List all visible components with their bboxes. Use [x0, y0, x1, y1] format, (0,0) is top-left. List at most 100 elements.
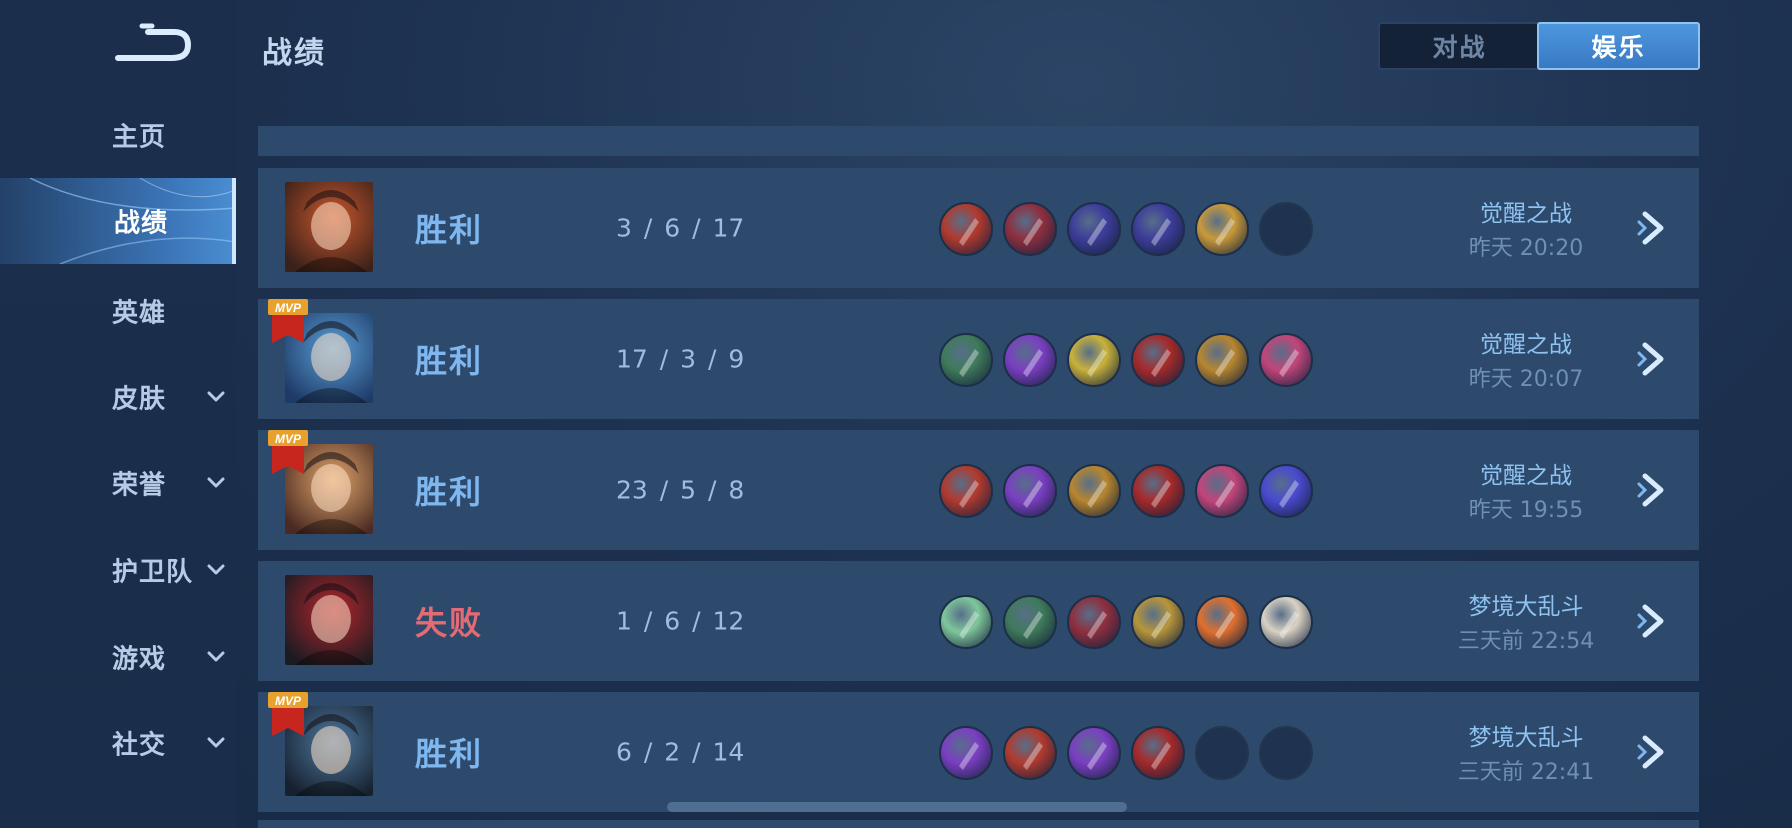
sidebar-item-7[interactable]: 游戏: [0, 614, 236, 700]
equipment-item-icon[interactable]: [1067, 333, 1121, 387]
chevron-right-icon[interactable]: [1633, 732, 1673, 772]
equipment-item-icon[interactable]: [1067, 464, 1121, 518]
equipment-item-icon[interactable]: [939, 595, 993, 649]
game-mode: 觉醒之战: [1480, 332, 1572, 358]
sidebar-item-5[interactable]: 荣誉: [0, 440, 236, 526]
equipment-item-icon[interactable]: [939, 202, 993, 256]
mvp-badge-icon: MVP: [268, 299, 308, 343]
game-mode: 觉醒之战: [1480, 463, 1572, 489]
match-row-partial: [258, 820, 1699, 828]
item-glyph-icon: [1023, 218, 1043, 246]
sidebar-item-label: 社交: [112, 730, 167, 761]
chevron-right-icon[interactable]: [1633, 470, 1673, 510]
item-glyph-icon: [1279, 611, 1299, 639]
equipment-item-icon[interactable]: [939, 464, 993, 518]
back-arrow-icon: [115, 23, 192, 61]
equipment-item-icon[interactable]: [1195, 333, 1249, 387]
match-row-partial: [258, 126, 1699, 156]
kda-stats: 23 / 5 / 8: [616, 475, 745, 505]
item-glyph-icon: [959, 611, 979, 639]
equipment-item-icon[interactable]: [1067, 595, 1121, 649]
equipment-item-icon[interactable]: [1003, 726, 1057, 780]
equipment-item-icon[interactable]: [1131, 464, 1185, 518]
equipment-item-icon[interactable]: [939, 726, 993, 780]
equipment-item-icon[interactable]: [939, 333, 993, 387]
sidebar-item-label: 护卫队: [112, 557, 194, 588]
chevron-down-icon: [207, 477, 225, 488]
sidebar-item-label: 皮肤: [112, 384, 167, 415]
equipment-item-icon[interactable]: [1259, 333, 1313, 387]
item-glyph-icon: [1151, 611, 1171, 639]
equipment-item-icon[interactable]: [1131, 333, 1185, 387]
equipment-item-icon[interactable]: [1131, 595, 1185, 649]
mvp-badge-icon: MVP: [268, 692, 308, 736]
sidebar-item-8[interactable]: 社交: [0, 700, 236, 786]
equipment-item-icon[interactable]: [1003, 464, 1057, 518]
match-time: 昨天 20:07: [1468, 367, 1584, 392]
equipment-list: [939, 595, 1323, 649]
equipment-item-icon[interactable]: [1195, 595, 1249, 649]
match-row[interactable]: 胜利 3 / 6 / 17 觉醒之战 昨天 20:20: [258, 168, 1699, 288]
equipment-item-icon[interactable]: [1195, 464, 1249, 518]
hero-portrait-icon: [295, 190, 367, 272]
sidebar-item-label: 战绩: [114, 208, 169, 239]
item-glyph-icon: [1087, 742, 1107, 770]
item-glyph-icon: [1215, 480, 1235, 508]
equipment-item-icon[interactable]: [1067, 726, 1121, 780]
sidebar-item-label: 游戏: [112, 644, 167, 675]
item-glyph-icon: [1279, 480, 1299, 508]
equipment-item-icon[interactable]: [1259, 464, 1313, 518]
equipment-item-icon[interactable]: [1067, 202, 1121, 256]
equipment-item-icon[interactable]: [1195, 202, 1249, 256]
chevron-right-icon[interactable]: [1633, 339, 1673, 379]
equipment-item-icon[interactable]: [1131, 202, 1185, 256]
equipment-item-icon[interactable]: [1003, 202, 1057, 256]
svg-text:MVP: MVP: [275, 301, 302, 315]
kda-stats: 1 / 6 / 12: [616, 606, 745, 636]
match-result: 胜利: [415, 342, 484, 380]
sidebar-item-label: 主页: [112, 122, 167, 153]
match-time: 昨天 20:20: [1468, 236, 1584, 261]
horizontal-scrollbar[interactable]: [667, 802, 1127, 812]
game-mode: 梦境大乱斗: [1468, 594, 1584, 620]
hero-avatar[interactable]: [285, 575, 373, 665]
match-time: 昨天 19:55: [1468, 498, 1584, 523]
sidebar-item-6[interactable]: 护卫队: [0, 527, 236, 613]
match-row[interactable]: MVP 胜利 23 / 5 / 8 觉醒之战 昨天 19:55: [258, 430, 1699, 550]
match-row[interactable]: 失败 1 / 6 / 12 梦境大乱斗 三天前 22:54: [258, 561, 1699, 681]
equipment-item-icon[interactable]: [1003, 595, 1057, 649]
item-glyph-icon: [1279, 349, 1299, 377]
item-glyph-icon: [959, 218, 979, 246]
item-glyph-icon: [959, 742, 979, 770]
back-button[interactable]: [112, 20, 192, 68]
match-result: 失败: [415, 604, 484, 642]
item-glyph-icon: [1151, 480, 1171, 508]
game-mode: 梦境大乱斗: [1468, 725, 1584, 751]
sidebar: 主页战绩英雄皮肤荣誉护卫队游戏社交: [0, 0, 236, 828]
mvp-badge-icon: MVP: [268, 430, 308, 474]
item-glyph-icon: [959, 480, 979, 508]
sidebar-item-4[interactable]: 皮肤: [0, 354, 236, 440]
equipment-item-icon[interactable]: [1003, 333, 1057, 387]
sidebar-item-2[interactable]: 战绩: [0, 178, 236, 264]
chevron-right-icon[interactable]: [1633, 208, 1673, 248]
kda-stats: 17 / 3 / 9: [616, 344, 745, 374]
item-glyph-icon: [1087, 218, 1107, 246]
item-glyph-icon: [1023, 349, 1043, 377]
match-row[interactable]: MVP 胜利 17 / 3 / 9 觉醒之战昨天 20:07: [258, 299, 1699, 419]
sidebar-item-1[interactable]: 主页: [0, 92, 236, 178]
hero-avatar[interactable]: [285, 182, 373, 272]
kda-stats: 6 / 2 / 14: [616, 737, 745, 767]
sidebar-item-3[interactable]: 英雄: [0, 268, 236, 354]
match-row[interactable]: MVP 胜利 6 / 2 / 14 梦境大乱斗 三天前 22:41: [258, 692, 1699, 812]
chevron-down-icon: [207, 737, 225, 748]
equipment-list: [939, 202, 1323, 256]
match-list[interactable]: 胜利 3 / 6 / 17 觉醒之战 昨天 20:20 MVP 胜利 17 / 3 / 9 觉…: [258, 0, 1700, 828]
match-time: 三天前 22:41: [1457, 760, 1595, 785]
equipment-item-icon[interactable]: [1259, 595, 1313, 649]
equipment-item-icon[interactable]: [1131, 726, 1185, 780]
chevron-right-icon[interactable]: [1633, 601, 1673, 641]
empty-equipment-slot: [1259, 202, 1313, 256]
svg-text:MVP: MVP: [275, 694, 302, 708]
item-glyph-icon: [1151, 742, 1171, 770]
